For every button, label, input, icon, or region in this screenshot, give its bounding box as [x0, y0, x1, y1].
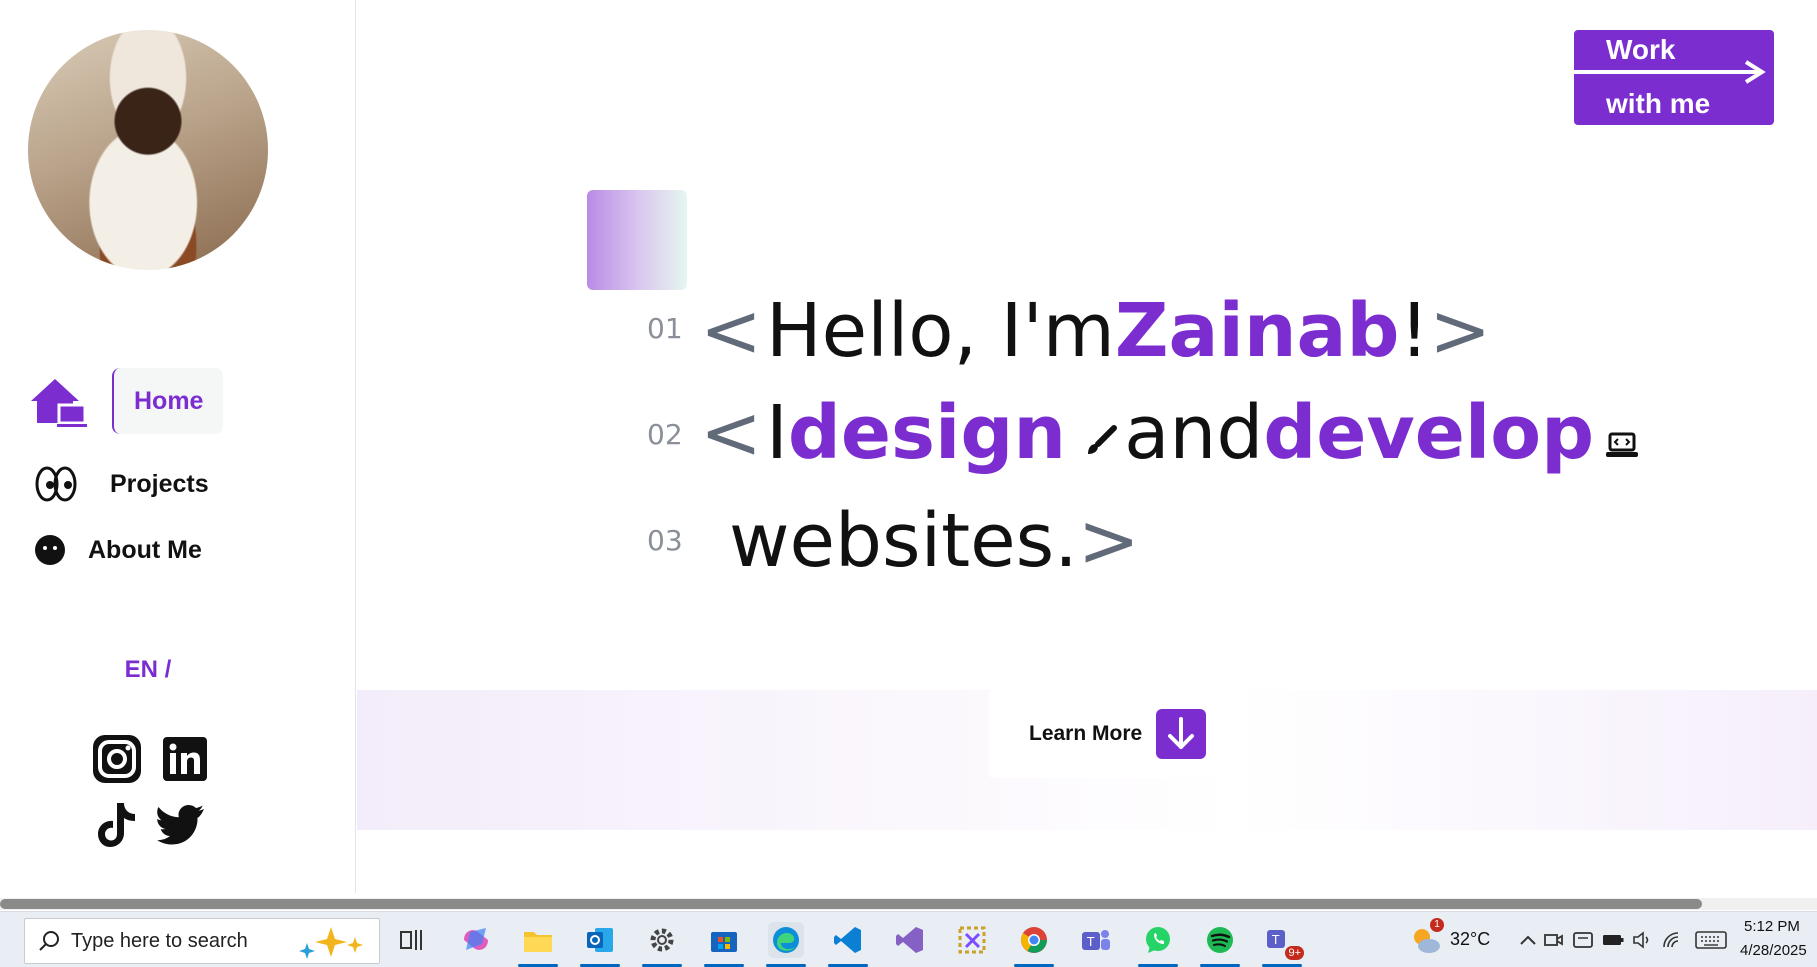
arrow-right-icon	[1574, 60, 1766, 84]
copilot-icon[interactable]	[458, 922, 494, 958]
line-number-03: 03	[647, 524, 683, 557]
scrollbar-thumb[interactable]	[0, 899, 1702, 909]
hero-greeting: Hello, I'm	[766, 288, 1115, 374]
wifi-icon[interactable]	[1660, 922, 1686, 958]
sidebar-item-home-label: Home	[112, 368, 224, 434]
vscode-icon[interactable]	[830, 922, 866, 958]
hero-line-3: websites. >	[729, 498, 1140, 584]
edge-icon[interactable]	[768, 922, 804, 958]
search-placeholder: Type here to search	[71, 929, 248, 952]
profile-photo	[28, 30, 268, 270]
task-view-icon[interactable]	[394, 922, 430, 958]
battery-icon[interactable]	[1600, 922, 1626, 958]
settings-gear-icon[interactable]	[644, 922, 680, 958]
hero-name: Zainab	[1114, 288, 1400, 374]
paintbrush-icon	[1084, 390, 1124, 454]
file-explorer-icon[interactable]	[520, 922, 556, 958]
open-bracket: <	[700, 288, 763, 374]
svg-text:T: T	[1086, 935, 1095, 949]
arrow-down-icon	[1156, 709, 1207, 759]
sidebar-item-projects[interactable]: Projects	[32, 460, 209, 508]
meet-now-icon[interactable]	[1540, 922, 1566, 958]
instagram-icon[interactable]	[90, 732, 144, 786]
linkedin-icon[interactable]	[158, 732, 212, 786]
speaker-icon[interactable]	[1630, 922, 1656, 958]
tiktok-icon[interactable]	[90, 798, 144, 852]
sidebar-item-projects-label: Projects	[110, 469, 209, 498]
face-icon	[32, 532, 68, 568]
twitter-icon[interactable]	[154, 798, 208, 852]
eyes-icon	[32, 460, 80, 508]
copilot-sparkle-icon	[297, 925, 367, 959]
spotify-icon[interactable]	[1202, 922, 1238, 958]
language-switcher[interactable]: EN /	[0, 656, 296, 684]
snipping-tool-icon[interactable]	[954, 922, 990, 958]
sidebar-item-home[interactable]: Home	[28, 368, 224, 434]
hero-text-and: and	[1124, 390, 1264, 476]
teams-badge: 9+	[1285, 946, 1304, 960]
visual-studio-icon[interactable]	[892, 922, 928, 958]
home-icon	[28, 371, 88, 431]
outlook-icon[interactable]	[582, 922, 618, 958]
clock-date[interactable]: 4/28/2025	[1740, 942, 1807, 959]
chrome-icon[interactable]	[1016, 922, 1052, 958]
learn-more-label: Learn More	[1029, 722, 1143, 745]
hero-text-i: I	[766, 390, 788, 476]
decorative-gradient-square	[587, 190, 687, 290]
search-icon	[37, 929, 61, 953]
sidebar-item-about[interactable]: About Me	[32, 532, 202, 568]
page: Home Projects About Me EN / Work with me…	[0, 0, 1817, 967]
microsoft-store-icon[interactable]	[706, 922, 742, 958]
weather-temperature[interactable]: 32°C	[1450, 929, 1490, 950]
weather-badge: 1	[1430, 918, 1444, 932]
teams-classic-icon[interactable]: T	[1078, 922, 1114, 958]
hero-exclamation: !	[1399, 288, 1430, 374]
sidebar-item-about-label: About Me	[88, 535, 202, 564]
hero-line-1: < Hello, I'm Zainab ! >	[700, 288, 1491, 374]
teams-icon[interactable]: T 9+	[1264, 922, 1304, 960]
laptop-code-icon	[1606, 390, 1646, 457]
whatsapp-icon[interactable]	[1140, 922, 1176, 958]
network-drive-icon[interactable]	[1570, 922, 1596, 958]
clock-time[interactable]: 5:12 PM	[1744, 918, 1800, 935]
hero-word-develop: develop	[1263, 390, 1595, 476]
windows-taskbar: Type here to search T T 9+ 1 32°C 5:12 P…	[0, 911, 1817, 967]
horizontal-scrollbar[interactable]	[0, 898, 1817, 910]
open-bracket: <	[700, 390, 763, 476]
close-bracket: >	[1077, 498, 1140, 584]
work-with-me-line2: with me	[1606, 88, 1711, 119]
taskbar-search[interactable]: Type here to search	[24, 918, 380, 964]
line-number-02: 02	[647, 418, 683, 451]
hero-line-2: < I design and develop	[700, 390, 1646, 476]
keyboard-icon[interactable]	[1694, 922, 1728, 958]
work-with-me-button[interactable]: Work with me	[1574, 30, 1774, 125]
hero-word-design: design	[787, 390, 1067, 476]
sidebar: Home Projects About Me EN /	[0, 0, 356, 893]
main-content: Work with me 01 < Hello, I'm Zainab ! > …	[357, 0, 1817, 893]
svg-text:T: T	[1271, 933, 1280, 947]
learn-more-button[interactable]: Learn More	[989, 690, 1239, 778]
hero-word-websites: websites.	[729, 498, 1078, 584]
close-bracket: >	[1429, 288, 1492, 374]
line-number-01: 01	[647, 312, 683, 345]
weather-icon[interactable]: 1	[1408, 918, 1444, 958]
